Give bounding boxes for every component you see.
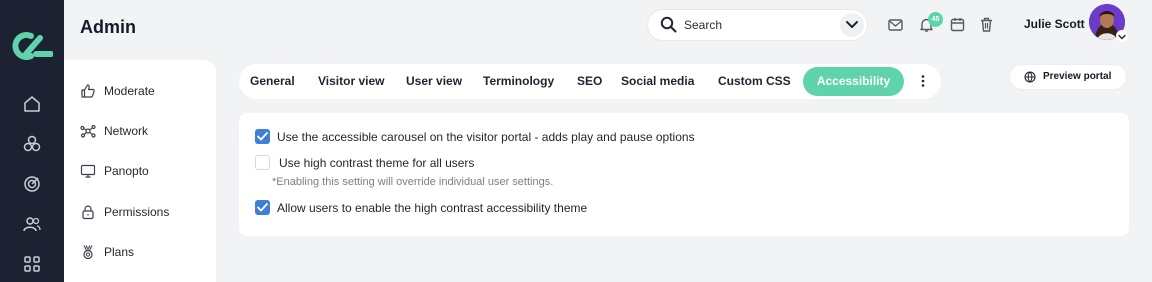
option-label: Allow users to enable the high contrast …: [277, 200, 588, 215]
option-allow-high-contrast[interactable]: Allow users to enable the high contrast …: [255, 200, 587, 215]
home-icon[interactable]: [22, 94, 42, 114]
option-label: Use high contrast theme for all users: [279, 155, 475, 170]
tab-custom-css[interactable]: Custom CSS: [708, 67, 801, 96]
apps-grid-icon[interactable]: [22, 254, 42, 274]
notification-badge: 45: [928, 12, 943, 27]
more-options-icon[interactable]: [920, 74, 926, 88]
sidebar-item-network[interactable]: Network: [80, 121, 148, 141]
globe-icon: [1024, 71, 1036, 83]
sidebar-item-permissions[interactable]: Permissions: [80, 202, 169, 222]
search-placeholder: Search: [684, 18, 723, 32]
sidebar-item-panopto[interactable]: Panopto: [80, 161, 149, 181]
target-icon[interactable]: [22, 174, 42, 194]
chevron-down-icon: [1118, 34, 1126, 40]
calendar-icon[interactable]: [949, 16, 966, 33]
modules-icon[interactable]: [22, 134, 42, 154]
settings-sidebar: Moderate Network Panopto Permissions Pla…: [64, 60, 216, 282]
network-icon: [80, 124, 96, 138]
tab-general[interactable]: General: [240, 67, 305, 96]
search-bar[interactable]: Search: [648, 10, 867, 40]
tab-social-media[interactable]: Social media: [611, 67, 704, 96]
preview-portal-button[interactable]: Preview portal: [1010, 65, 1126, 89]
app-logo[interactable]: [11, 30, 53, 62]
thumbs-up-icon: [81, 84, 95, 98]
tab-visitor-view[interactable]: Visitor view: [308, 67, 394, 96]
tab-user-view[interactable]: User view: [396, 67, 472, 96]
sidebar-item-label: Permissions: [104, 205, 170, 219]
checkmark-icon: [257, 132, 268, 141]
option-accessible-carousel[interactable]: Use the accessible carousel on the visit…: [255, 129, 695, 144]
option-label: Use the accessible carousel on the visit…: [277, 129, 695, 144]
mail-icon[interactable]: [887, 16, 904, 33]
option-high-contrast-all-users[interactable]: Use high contrast theme for all users: [255, 155, 474, 170]
sidebar-item-moderate[interactable]: Moderate: [80, 81, 155, 101]
user-name[interactable]: Julie Scott: [1024, 17, 1085, 31]
sidebar-item-plans[interactable]: Plans: [80, 242, 134, 262]
checkbox-checked[interactable]: [255, 200, 270, 215]
medal-icon: [83, 245, 93, 260]
settings-tabs: General Visitor view User view Terminolo…: [239, 64, 941, 99]
tab-accessibility[interactable]: Accessibility: [803, 67, 904, 96]
monitor-icon: [80, 164, 96, 178]
account-menu-toggle[interactable]: [1116, 30, 1128, 42]
accessibility-settings-card: Use the accessible carousel on the visit…: [239, 113, 1129, 236]
lock-icon: [82, 205, 94, 220]
checkbox-unchecked[interactable]: [255, 155, 270, 170]
sidebar-item-label: Panopto: [104, 164, 149, 178]
tab-seo[interactable]: SEO: [567, 67, 612, 96]
trash-icon[interactable]: [978, 16, 995, 33]
tab-terminology[interactable]: Terminology: [473, 67, 564, 96]
sidebar-item-label: Moderate: [104, 84, 155, 98]
search-icon: [660, 16, 677, 33]
app-rail: [0, 0, 64, 282]
option-note: *Enabling this setting will override ind…: [272, 176, 554, 188]
users-icon[interactable]: [22, 214, 42, 234]
sidebar-item-label: Network: [104, 124, 149, 138]
chevron-down-icon: [846, 21, 858, 28]
search-scope-dropdown[interactable]: [840, 13, 864, 37]
checkbox-checked[interactable]: [255, 129, 270, 144]
checkmark-icon: [257, 203, 268, 212]
page-title: Admin: [80, 17, 136, 37]
sidebar-item-label: Plans: [104, 245, 135, 259]
preview-portal-label: Preview portal: [1043, 71, 1112, 82]
